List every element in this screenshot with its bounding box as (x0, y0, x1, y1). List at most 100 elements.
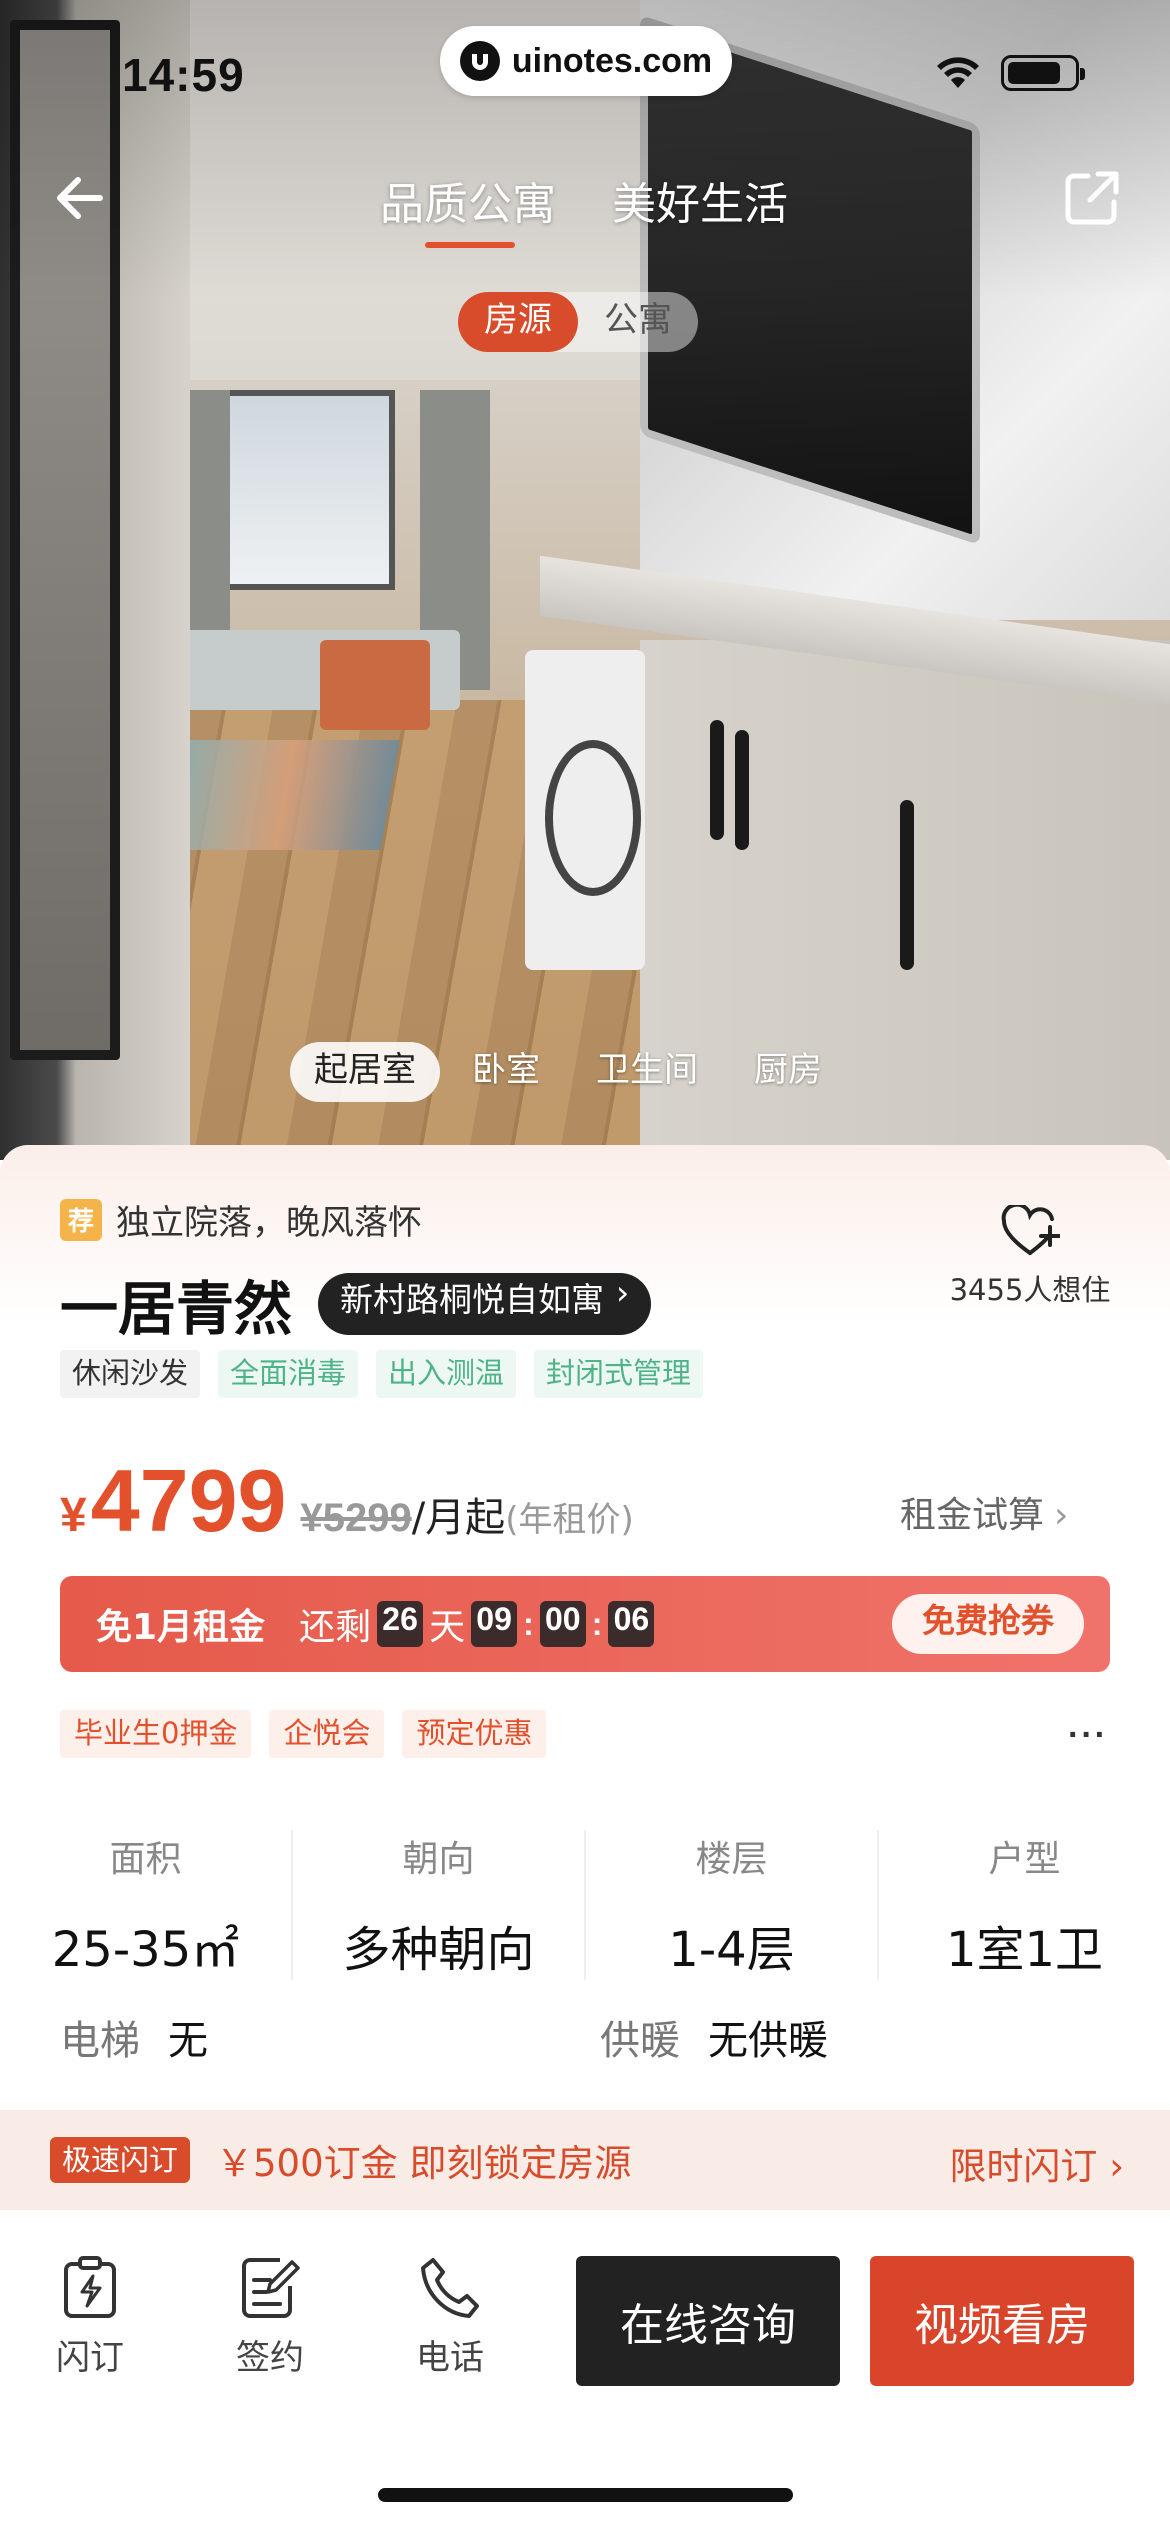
status-indicators (935, 55, 1085, 91)
flash-text: ￥500订金 即刻锁定房源 (216, 2142, 632, 2185)
offer-tag[interactable]: 预定优惠 (402, 1710, 547, 1758)
spec-area: 面积 25-35㎡ (0, 1830, 293, 1980)
flash-booking-bar[interactable]: 极速闪订 ￥500订金 即刻锁定房源 限时闪订 › (0, 2110, 1170, 2210)
countdown-days: 26 (377, 1601, 424, 1647)
flash-clipboard-icon (64, 2256, 116, 2318)
battery-icon (1001, 55, 1085, 91)
spec-floor: 楼层 1-4层 (586, 1830, 879, 1980)
spec-orientation: 朝向 多种朝向 (293, 1830, 586, 1980)
chevron-right-icon: › (1054, 1495, 1069, 1536)
bottom-action-bar: 闪订 签约 电话 在线咨询 视频看房 (0, 2212, 1170, 2532)
spec-label: 户型 (988, 1839, 1061, 1880)
photo-handle (735, 730, 749, 850)
tag: 封闭式管理 (534, 1350, 704, 1398)
photo-handle (710, 720, 724, 840)
fact-key: 供暖 (600, 2018, 680, 2064)
project-link[interactable]: 新村路桐悦自如寓 › (318, 1273, 652, 1335)
spec-label: 楼层 (695, 1839, 768, 1880)
photo-window (220, 390, 395, 590)
phone-action[interactable]: 电话 (390, 2256, 510, 2379)
chevron-right-icon: › (1109, 2145, 1124, 2188)
countdown-seconds: 06 (608, 1601, 655, 1647)
room-bathroom[interactable]: 卫生间 (572, 1042, 722, 1102)
spec-value: 1-4层 (668, 1922, 795, 1978)
countdown-hours: 09 (471, 1601, 518, 1647)
room-living-room[interactable]: 起居室 (290, 1042, 440, 1102)
spec-label: 朝向 (402, 1839, 475, 1880)
flash-link-label: 限时闪订 (949, 2145, 1098, 2188)
watermark-text: uinotes.com (511, 41, 713, 80)
project-name: 新村路桐悦自如寓 (340, 1280, 605, 1319)
spec-layout: 户型 1室1卫 (879, 1830, 1170, 1980)
original-price: ¥5299 (300, 1496, 412, 1540)
flash-badge: 极速闪订 (50, 2137, 191, 2183)
phone-icon (421, 2258, 479, 2318)
fact-value: 无供暖 (708, 2018, 828, 2064)
price-value: 4799 (90, 1451, 287, 1550)
title-row: 一居青然 新村路桐悦自如寓 › (60, 1262, 652, 1346)
action-label: 电话 (416, 2338, 484, 2378)
tag: 休闲沙发 (60, 1350, 201, 1398)
offer-tags: 毕业生0押金 企悦会 预定优惠 (60, 1710, 547, 1758)
countdown-minutes: 00 (539, 1601, 586, 1647)
spec-value: 多种朝向 (342, 1922, 535, 1978)
status-time: 14:59 (122, 49, 245, 101)
promo-banner: 免1月租金 还剩 26 天 09 : 00 : 06 免费抢券 (60, 1576, 1110, 1672)
share-icon[interactable] (1062, 168, 1122, 228)
rent-calculator-label: 租金试算 (900, 1495, 1045, 1536)
room-kitchen[interactable]: 厨房 (730, 1042, 846, 1102)
segment-listing[interactable]: 房源 (458, 292, 578, 352)
room-bedroom[interactable]: 卧室 (448, 1042, 564, 1102)
listing-type-toggle: 房源 公寓 (458, 292, 698, 352)
tag: 全面消毒 (218, 1350, 359, 1398)
claim-coupon-button[interactable]: 免费抢券 (892, 1594, 1084, 1654)
feature-tags: 休闲沙发 全面消毒 出入测温 封闭式管理 (60, 1350, 704, 1398)
sign-document-icon (242, 2258, 300, 2318)
photo-washer (525, 650, 645, 970)
nav-tabs: 品质公寓 美好生活 (380, 168, 788, 248)
offer-tag[interactable]: 企悦会 (269, 1710, 385, 1758)
spec-label: 面积 (109, 1839, 182, 1880)
home-indicator[interactable] (378, 2488, 793, 2502)
spec-value: 25-35㎡ (51, 1922, 240, 1978)
price-row: ¥ 4799 ¥5299 /月起 (年租价) (60, 1450, 634, 1552)
price-unit: /月起 (411, 1495, 506, 1541)
watermark: uinotes.com (440, 26, 732, 96)
recommend-row: 荐 独立院落，晚风落怀 (60, 1195, 422, 1244)
video-viewing-button[interactable]: 视频看房 (870, 2256, 1134, 2386)
promo-title: 免1月租金 (96, 1607, 266, 1648)
fact-value: 无 (168, 2018, 208, 2064)
photo-handle (900, 800, 914, 970)
flash-book-action[interactable]: 闪订 (30, 2256, 150, 2379)
chevron-right-icon: › (616, 1273, 630, 1312)
rent-calculator-link[interactable]: 租金试算 › (900, 1486, 1068, 1538)
flash-booking-link[interactable]: 限时闪订 › (949, 2136, 1124, 2190)
fact-key: 电梯 (60, 2018, 140, 2064)
countdown-separator: : (591, 1605, 603, 1642)
price-currency: ¥ (60, 1489, 87, 1542)
tab-good-life[interactable]: 美好生活 (612, 168, 788, 232)
online-consult-button[interactable]: 在线咨询 (576, 2256, 840, 2386)
wifi-icon (937, 57, 979, 88)
facts-row: 电梯无 供暖 无供暖 (60, 2008, 1140, 2066)
heart-plus-icon (1001, 1205, 1060, 1255)
fact-elevator: 电梯无 (60, 2008, 600, 2066)
tab-quality-apartment[interactable]: 品质公寓 (380, 168, 556, 248)
countdown-separator: : (523, 1605, 534, 1642)
listing-title: 一居青然 (60, 1275, 293, 1343)
back-arrow-icon[interactable] (50, 168, 110, 228)
watermark-logo-icon (459, 41, 500, 81)
recommend-badge: 荐 (60, 1198, 102, 1241)
countdown-day-unit: 天 (429, 1607, 466, 1648)
sign-action[interactable]: 签约 (210, 2256, 330, 2379)
more-icon[interactable]: ··· (1068, 1716, 1108, 1755)
promo-remain-label: 还剩 (299, 1607, 372, 1648)
segment-apartment[interactable]: 公寓 (578, 292, 698, 352)
favorite-count: 3455人想住 (949, 1273, 1111, 1307)
photo-rug (170, 740, 400, 850)
room-filter: 起居室 卧室 卫生间 厨房 (290, 1042, 846, 1102)
offer-tag[interactable]: 毕业生0押金 (60, 1710, 252, 1758)
photo-throw (320, 640, 430, 730)
favorite-button[interactable]: 3455人想住 (945, 1205, 1115, 1309)
fact-heating: 供暖 无供暖 (600, 2008, 1140, 2066)
